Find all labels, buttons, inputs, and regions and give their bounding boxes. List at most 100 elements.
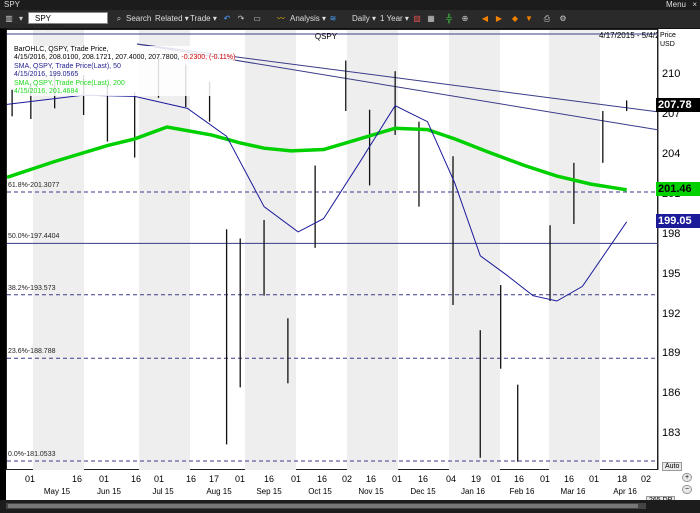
menu-button[interactable]: Menu: [666, 0, 686, 10]
price-axis[interactable]: [658, 29, 700, 470]
month-tick-label: Mar 16: [560, 487, 586, 496]
studies-icon[interactable]: ≋: [328, 12, 338, 25]
scroll-right-icon[interactable]: ▶: [494, 12, 504, 25]
date-tick-label: 16: [365, 474, 377, 484]
legend-bar-change: -0.2300, (-0.11%): [181, 54, 236, 62]
price-tick-label: 210: [662, 68, 681, 81]
status-bar: [0, 500, 700, 513]
month-band: [245, 30, 296, 471]
zoom-icon[interactable]: ⊕: [460, 12, 470, 25]
trade-button[interactable]: Trade ▾: [190, 12, 217, 25]
month-band: [449, 30, 500, 471]
date-tick-label: 16: [71, 474, 83, 484]
close-icon[interactable]: ×: [692, 0, 697, 10]
date-tick-label: 18: [616, 474, 628, 484]
month-tick-label: Oct 15: [308, 487, 332, 496]
month-tick-label: Feb 16: [509, 487, 535, 496]
scrollbar-thumb[interactable]: [8, 504, 638, 508]
date-tick-label: 19: [470, 474, 482, 484]
month-tick-label: Nov 15: [358, 487, 384, 496]
month-tick-label: Apr 16: [613, 487, 637, 496]
fib-level-label: 100.0%-213.2000: [8, 23, 64, 31]
legend-sma50-title: SMA, QSPY, Trade Price(Last), 50: [14, 62, 121, 70]
fib-level-label: 50.0%-197.4404: [8, 233, 60, 241]
date-tick-label: 16: [263, 474, 275, 484]
search-button[interactable]: Search: [126, 12, 151, 25]
date-tick-label: 16: [563, 474, 575, 484]
interval-button[interactable]: Daily ▾: [352, 12, 376, 25]
date-tick-label: 01: [290, 474, 302, 484]
grid-icon[interactable]: ▦: [426, 12, 436, 25]
price-tick-label: 186: [662, 387, 681, 400]
legend-bar-title: BarOHLC, QSPY, Trade Price,: [14, 46, 109, 53]
date-tick-label: 16: [185, 474, 197, 484]
horizontal-scrollbar[interactable]: [6, 503, 646, 509]
date-tick-label: 04: [445, 474, 457, 484]
toolbar: ▥ ▾ SPY ⌕ Search Related ▾ Trade ▾ ↶ ↷ ▭…: [0, 10, 700, 29]
drawing-icon[interactable]: ▧: [412, 12, 422, 25]
sma50-price-box: 199.05: [656, 213, 700, 228]
redo-icon[interactable]: ↷: [236, 12, 246, 25]
month-tick-label: Dec 15: [410, 487, 436, 496]
fib-level-label: 0.0%-181.0533: [8, 450, 56, 458]
legend-bar-values: 4/15/2016, 208.0100, 208.1721, 207.4000,…: [14, 54, 235, 62]
month-tick-label: May 15: [43, 487, 71, 496]
analysis-icon[interactable]: 〰: [276, 12, 286, 25]
price-tick-label: 189: [662, 347, 681, 360]
price-tick-label: 183: [662, 427, 681, 440]
date-tick-label: 16: [513, 474, 525, 484]
chart-title: QSPY: [314, 32, 338, 41]
zoom-in-icon[interactable]: +: [682, 473, 693, 482]
month-tick-label: Jan 16: [460, 487, 486, 496]
date-tick-label: 01: [391, 474, 403, 484]
compress-icon[interactable]: ▼: [524, 12, 534, 25]
legend-sma200-title: SMA, QSPY, Trade Price(Last), 200: [14, 79, 125, 87]
folder-icon[interactable]: ▭: [252, 12, 262, 25]
period-button[interactable]: 1 Year ▾: [380, 12, 409, 25]
symbol-input[interactable]: SPY: [28, 12, 108, 24]
sma200-line: [7, 125, 627, 192]
undo-icon[interactable]: ↶: [222, 12, 232, 25]
legend-sma200-values: 4/15/2016, 201.4684: [14, 88, 79, 96]
price-tick-label: 198: [662, 227, 681, 240]
date-tick-label: 01: [98, 474, 110, 484]
zoom-out-icon[interactable]: −: [682, 485, 693, 494]
analysis-button[interactable]: Analysis ▾: [290, 12, 326, 25]
fib-level-label: 23.6%-188.788: [8, 348, 56, 356]
search-icon[interactable]: ⌕: [114, 12, 124, 25]
month-band: [549, 30, 600, 471]
last-price-box: 207.78: [656, 97, 700, 112]
price-axis-label: Price: [660, 32, 676, 39]
date-tick-label: 02: [341, 474, 353, 484]
month-tick-label: Jul 15: [152, 487, 174, 496]
legend-bar-ohlc: 4/15/2016, 208.0100, 208.1721, 207.4000,…: [14, 54, 180, 62]
window-titlebar: SPY Menu ×: [0, 0, 700, 10]
settings-icon[interactable]: ⚙: [558, 12, 568, 25]
price-tick-label: 192: [662, 307, 681, 320]
date-tick-label: 01: [153, 474, 165, 484]
crosshair-icon[interactable]: ╬: [444, 12, 454, 25]
related-button[interactable]: Related ▾: [155, 12, 189, 25]
month-tick-label: Sep 15: [256, 487, 282, 496]
date-tick-label: 02: [640, 474, 652, 484]
date-tick-label: 16: [417, 474, 429, 484]
print-icon[interactable]: ⎙: [542, 12, 552, 25]
month-tick-label: Aug 15: [206, 487, 232, 496]
fib-level-label: 38.2%-193.573: [8, 284, 56, 292]
scroll-left-icon[interactable]: ◀: [480, 12, 490, 25]
legend-sma50-values: 4/15/2016, 199.0565: [14, 71, 79, 79]
auto-scale-button[interactable]: Auto: [662, 462, 683, 471]
date-tick-label: 01: [234, 474, 246, 484]
sma50-line: [7, 94, 628, 302]
date-tick-label: 01: [24, 474, 36, 484]
currency-label: USD: [660, 41, 675, 48]
chart-legend: BarOHLC, QSPY, Trade Price, 4/15/2016, 2…: [14, 46, 236, 97]
date-tick-label: 17: [208, 474, 220, 484]
sma200-price-box: 201.46: [656, 181, 700, 196]
month-tick-label: Jun 15: [96, 487, 122, 496]
month-band: [347, 30, 398, 471]
expand-icon[interactable]: ◆: [510, 12, 520, 25]
date-tick-label: 01: [490, 474, 502, 484]
date-tick-label: 01: [539, 474, 551, 484]
price-tick-label: 204: [662, 148, 681, 161]
